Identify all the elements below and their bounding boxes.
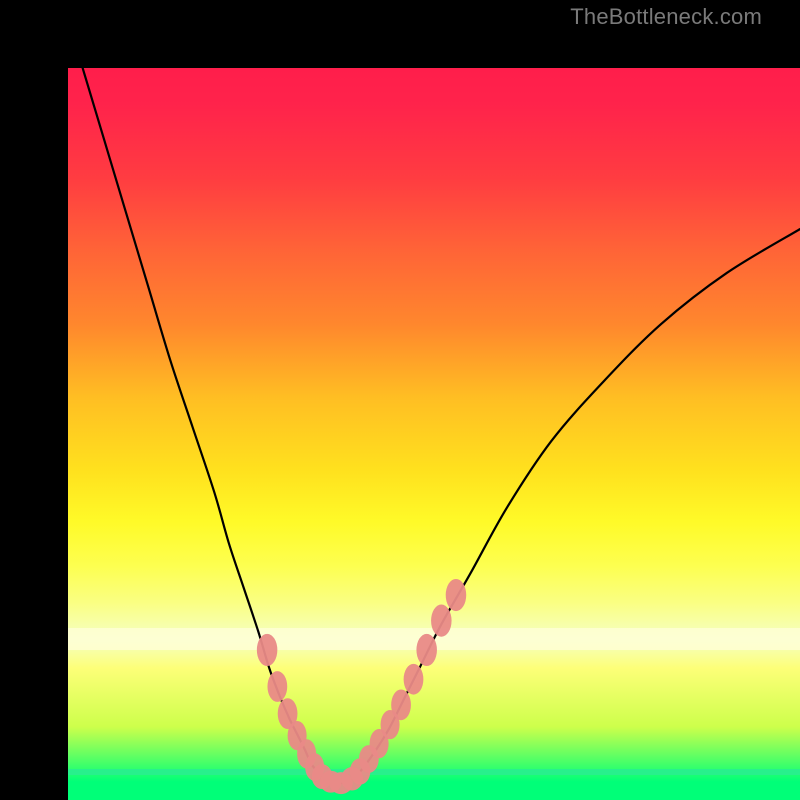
watermark-text: TheBottleneck.com — [570, 4, 762, 30]
marker-16 — [416, 634, 437, 666]
chart-frame — [0, 0, 800, 800]
marker-0 — [257, 634, 278, 666]
marker-15 — [404, 664, 424, 695]
series-left-branch — [83, 68, 339, 783]
plot-area — [68, 68, 800, 800]
marker-points — [257, 579, 466, 794]
marker-14 — [391, 689, 411, 720]
marker-18 — [446, 579, 467, 611]
marker-17 — [431, 605, 452, 637]
curve-layer — [68, 68, 800, 800]
marker-1 — [267, 671, 287, 702]
bottleneck-curve — [83, 68, 800, 783]
